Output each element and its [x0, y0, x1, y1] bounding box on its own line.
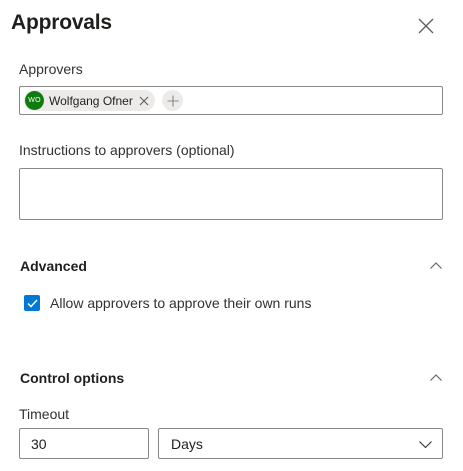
- timeout-unit-dropdown[interactable]: Days: [158, 428, 443, 459]
- plus-icon: [167, 95, 178, 106]
- chevron-up-icon: [430, 261, 442, 269]
- add-approver-button[interactable]: [162, 90, 183, 111]
- advanced-section-header[interactable]: Advanced: [20, 258, 87, 274]
- advanced-collapse-button[interactable]: [428, 259, 444, 271]
- chevron-down-icon: [418, 439, 432, 449]
- control-options-section-header[interactable]: Control options: [20, 370, 124, 386]
- allow-self-approve-checkbox[interactable]: Allow approvers to approve their own run…: [24, 295, 311, 311]
- avatar: WO: [25, 91, 44, 110]
- close-button[interactable]: [414, 14, 438, 38]
- approver-name: Wolfgang Ofner: [49, 93, 133, 108]
- remove-approver-button[interactable]: [138, 94, 151, 107]
- timeout-unit-value: Days: [171, 435, 203, 452]
- approver-chip: WO Wolfgang Ofner: [24, 90, 155, 111]
- timeout-label: Timeout: [19, 406, 70, 422]
- close-icon: [139, 96, 149, 105]
- panel-title: Approvals: [11, 11, 112, 34]
- checkbox-box[interactable]: [24, 295, 40, 311]
- instructions-label: Instructions to approvers (optional): [19, 142, 235, 158]
- checkmark-icon: [26, 298, 38, 308]
- approvers-label: Approvers: [19, 61, 83, 77]
- close-icon: [418, 18, 434, 34]
- control-options-collapse-button[interactable]: [428, 371, 444, 383]
- approvers-picker[interactable]: WO Wolfgang Ofner: [19, 86, 443, 115]
- timeout-input[interactable]: [19, 428, 149, 459]
- chevron-up-icon: [430, 373, 442, 381]
- allow-self-approve-label: Allow approvers to approve their own run…: [50, 295, 312, 311]
- instructions-field[interactable]: [19, 168, 443, 220]
